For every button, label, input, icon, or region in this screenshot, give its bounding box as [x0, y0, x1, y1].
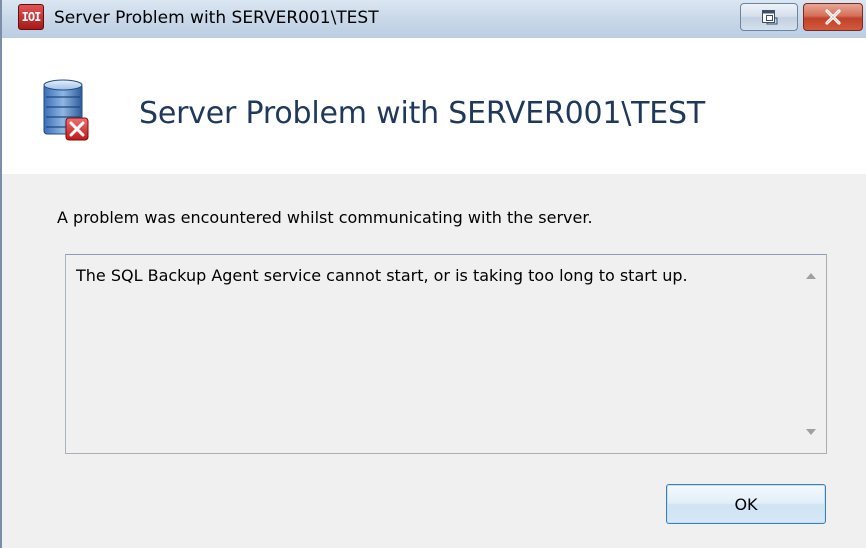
scroll-down-button[interactable] — [796, 417, 826, 447]
dialog-window: IOI Server Problem with SERVER001\TEST S… — [0, 0, 866, 548]
restore-icon — [762, 10, 778, 25]
problem-message: A problem was encountered whilst communi… — [57, 208, 593, 227]
ok-button[interactable]: OK — [666, 484, 826, 524]
app-icon: IOI — [18, 4, 44, 30]
header-title: Server Problem with SERVER001\TEST — [139, 96, 706, 131]
title-bar[interactable]: IOI Server Problem with SERVER001\TEST — [2, 0, 866, 38]
details-textbox[interactable]: The SQL Backup Agent service cannot star… — [65, 254, 827, 454]
restore-button[interactable] — [740, 3, 798, 31]
details-scrollbar[interactable] — [796, 255, 826, 453]
arrow-up-icon — [806, 273, 816, 279]
server-error-icon — [43, 79, 89, 141]
dialog-body: A problem was encountered whilst communi… — [2, 174, 866, 548]
scroll-up-button[interactable] — [796, 261, 826, 291]
close-button[interactable] — [803, 3, 863, 31]
dialog-header: Server Problem with SERVER001\TEST — [2, 38, 866, 174]
details-text[interactable]: The SQL Backup Agent service cannot star… — [76, 264, 781, 288]
close-icon — [825, 9, 841, 25]
arrow-down-icon — [806, 429, 816, 435]
window-title: Server Problem with SERVER001\TEST — [54, 8, 379, 28]
